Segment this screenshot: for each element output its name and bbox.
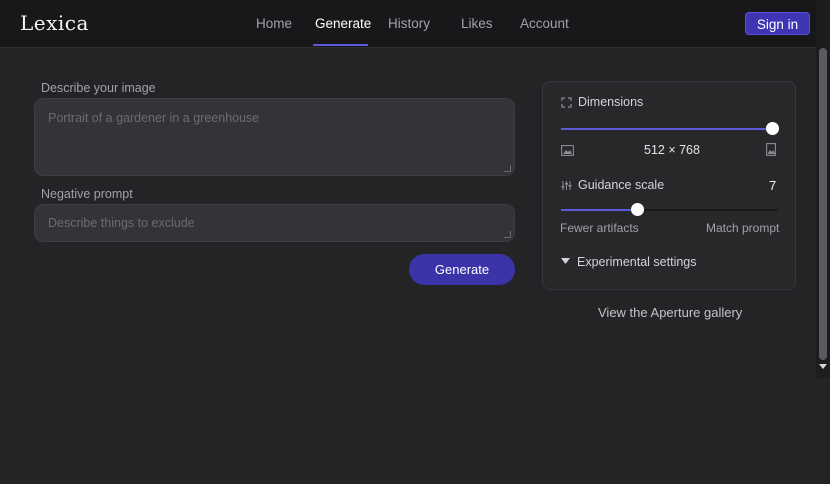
expand-icon	[561, 97, 572, 108]
active-tab-indicator	[313, 44, 368, 46]
guidance-scale-slider[interactable]	[561, 203, 778, 216]
resize-handle-icon[interactable]	[504, 231, 511, 238]
dimensions-slider[interactable]	[561, 122, 779, 135]
dimensions-slider-thumb[interactable]	[766, 122, 779, 135]
settings-panel: Dimensions 512 × 768 Guidance scale 7 Fe…	[542, 81, 796, 290]
nav-likes[interactable]: Likes	[461, 16, 493, 31]
nav-history[interactable]: History	[388, 16, 430, 31]
resize-handle-icon[interactable]	[504, 165, 511, 172]
experimental-settings-label: Experimental settings	[577, 255, 697, 269]
prompt-input[interactable]: Portrait of a gardener in a greenhouse	[34, 98, 515, 176]
generate-button[interactable]: Generate	[409, 254, 515, 285]
dimensions-slider-fill	[561, 128, 772, 130]
sign-in-button[interactable]: Sign in	[745, 12, 810, 35]
guidance-slider-fill	[561, 209, 637, 211]
caret-down-icon	[561, 258, 570, 264]
nav-generate[interactable]: Generate	[315, 16, 371, 31]
top-bar: Lexica Home Generate History Likes Accou…	[0, 0, 816, 48]
logo[interactable]: Lexica	[20, 11, 89, 35]
guidance-scale-label: Guidance scale	[578, 178, 665, 192]
guidance-slider-thumb[interactable]	[630, 203, 644, 216]
view-gallery-link[interactable]: View the Aperture gallery	[598, 305, 742, 320]
nav-account[interactable]: Account	[520, 16, 569, 31]
prompt-placeholder: Portrait of a gardener in a greenhouse	[48, 111, 260, 125]
scroll-down-arrow-icon[interactable]	[819, 364, 827, 369]
sliders-icon	[561, 181, 572, 190]
match-prompt-label: Match prompt	[706, 221, 780, 235]
scrollbar-thumb[interactable]	[819, 48, 827, 360]
fewer-artifacts-label: Fewer artifacts	[560, 221, 639, 235]
dimensions-label: Dimensions	[578, 95, 644, 109]
experimental-settings-toggle[interactable]: Experimental settings	[560, 254, 720, 272]
guidance-scale-value: 7	[769, 178, 777, 193]
dimensions-value: 512 × 768	[644, 143, 700, 157]
portrait-image-icon[interactable]	[766, 143, 776, 156]
scrollbar[interactable]	[816, 0, 830, 378]
nav-home[interactable]: Home	[256, 16, 292, 31]
negative-prompt-input[interactable]: Describe things to exclude	[34, 204, 515, 242]
landscape-image-icon[interactable]	[561, 145, 574, 156]
negative-prompt-label: Negative prompt	[41, 187, 133, 201]
negative-prompt-placeholder: Describe things to exclude	[48, 216, 195, 230]
prompt-label: Describe your image	[41, 81, 156, 95]
